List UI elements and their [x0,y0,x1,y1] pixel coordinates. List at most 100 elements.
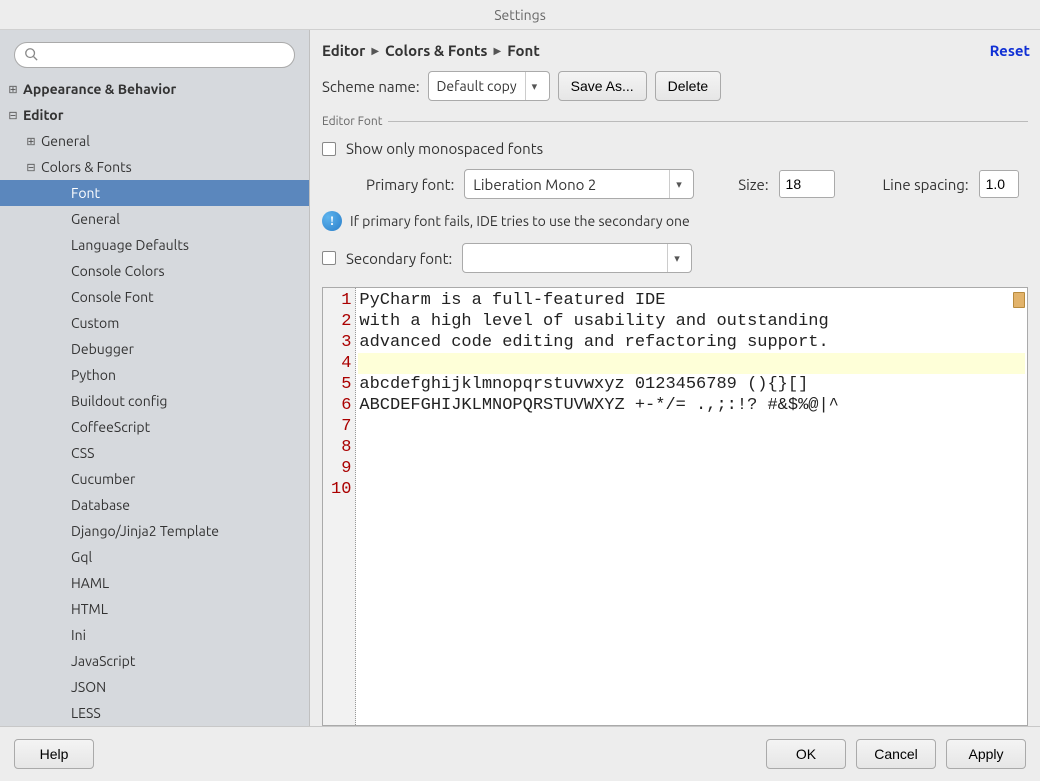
tree-item-label: General [71,211,120,227]
tree-item[interactable]: JSON [0,674,309,700]
tree-toggle-spacer [54,628,68,642]
tree-item[interactable]: ⊟Editor [0,102,309,128]
tree-toggle-spacer [54,602,68,616]
chevron-down-icon: ▾ [525,72,543,100]
chevron-right-icon: ▶ [494,45,502,57]
tree-item-label: JavaScript [71,653,135,669]
breadcrumb-part: Editor [322,42,365,59]
primary-font-value: Liberation Mono 2 [473,176,661,193]
tree-item[interactable]: Console Font [0,284,309,310]
tree-item[interactable]: Console Colors [0,258,309,284]
save-as-button[interactable]: Save As... [558,71,647,101]
tree-toggle-spacer [54,498,68,512]
tree-item-label: Debugger [71,341,134,357]
tree-item[interactable]: CoffeeScript [0,414,309,440]
line-spacing-input[interactable] [979,170,1019,198]
tree-item-label: Font [71,185,100,201]
tree-item[interactable]: HTML [0,596,309,622]
apply-button[interactable]: Apply [946,739,1026,769]
collapse-icon[interactable]: ⊟ [24,160,38,174]
secondary-font-row: Secondary font: ▾ [322,237,1028,279]
tree-item[interactable]: Python [0,362,309,388]
section-label: Editor Font [322,115,382,128]
tree-toggle-spacer [54,368,68,382]
tree-toggle-spacer [54,706,68,720]
divider [388,121,1028,122]
tree-toggle-spacer [54,316,68,330]
tree-item[interactable]: Font [0,180,309,206]
secondary-font-checkbox[interactable] [322,251,336,265]
info-row: ! If primary font fails, IDE tries to us… [322,205,1028,237]
show-mono-checkbox[interactable] [322,142,336,156]
tree-item[interactable]: Buildout config [0,388,309,414]
tree-toggle-spacer [54,446,68,460]
tree-item-label: General [41,133,90,149]
tree-item[interactable]: Django/Jinja2 Template [0,518,309,544]
secondary-font-combo[interactable]: ▾ [462,243,692,273]
preview-line [358,458,1025,479]
tree-item[interactable]: Custom [0,310,309,336]
sidebar: ⊞Appearance & Behavior⊟Editor⊞General⊟Co… [0,30,310,726]
search-input[interactable] [14,42,295,68]
tree-item-label: Appearance & Behavior [23,81,176,97]
scheme-label: Scheme name: [322,78,420,95]
tree-item[interactable]: Database [0,492,309,518]
tree-item-label: HTML [71,601,108,617]
line-spacing-label: Line spacing: [883,176,969,193]
tree-item[interactable]: JavaScript [0,648,309,674]
expand-icon[interactable]: ⊞ [24,134,38,148]
tree-toggle-spacer [54,186,68,200]
breadcrumb: Editor ▶ Colors & Fonts ▶ Font [322,42,540,59]
tree-item[interactable]: LESS [0,700,309,726]
tree-item-label: Colors & Fonts [41,159,132,175]
settings-tree[interactable]: ⊞Appearance & Behavior⊟Editor⊞General⊟Co… [0,76,309,726]
expand-icon[interactable]: ⊞ [6,82,20,96]
dialog-footer: Help OK Cancel Apply [0,726,1040,781]
scheme-row: Scheme name: Default copy ▾ Save As... D… [310,67,1040,115]
help-button[interactable]: Help [14,739,94,769]
primary-font-label: Primary font: [366,176,454,193]
tree-item[interactable]: ⊞General [0,128,309,154]
window-title: Settings [494,7,546,23]
scheme-combo[interactable]: Default copy ▾ [428,71,550,101]
tree-item[interactable]: Gql [0,544,309,570]
tree-toggle-spacer [54,212,68,226]
tree-toggle-spacer [54,472,68,486]
preview-line: ABCDEFGHIJKLMNOPQRSTUVWXYZ +-*/= .,;:!? … [358,395,1025,416]
tree-item[interactable]: HAML [0,570,309,596]
editor-font-section: Editor Font [310,115,1040,128]
tree-item[interactable]: CSS [0,440,309,466]
preview-line: advanced code editing and refactoring su… [358,332,1025,353]
ok-button[interactable]: OK [766,739,846,769]
tree-item[interactable]: Debugger [0,336,309,362]
tree-toggle-spacer [54,524,68,538]
delete-button[interactable]: Delete [655,71,721,101]
scroll-marker[interactable] [1013,292,1025,308]
tree-item[interactable]: Language Defaults [0,232,309,258]
tree-item[interactable]: Cucumber [0,466,309,492]
collapse-icon[interactable]: ⊟ [6,108,20,122]
tree-item[interactable]: ⊞Appearance & Behavior [0,76,309,102]
tree-item[interactable]: General [0,206,309,232]
chevron-right-icon: ▶ [371,45,379,57]
scheme-value: Default copy [437,78,517,94]
tree-toggle-spacer [54,342,68,356]
tree-item-label: Ini [71,627,86,643]
tree-item-label: Language Defaults [71,237,189,253]
search-icon [24,47,38,61]
preview-line: with a high level of usability and outst… [358,311,1025,332]
cancel-button[interactable]: Cancel [856,739,936,769]
content-area: ⊞Appearance & Behavior⊟Editor⊞General⊟Co… [0,30,1040,726]
tree-item-label: Console Colors [71,263,165,279]
preview-line: abcdefghijklmnopqrstuvwxyz 0123456789 ()… [358,374,1025,395]
reset-link[interactable]: Reset [990,42,1030,59]
preview-code[interactable]: PyCharm is a full-featured IDEwith a hig… [356,288,1027,725]
tree-item-label: Database [71,497,130,513]
primary-font-combo[interactable]: Liberation Mono 2 ▾ [464,169,694,199]
tree-item[interactable]: Ini [0,622,309,648]
tree-toggle-spacer [54,576,68,590]
size-input[interactable] [779,170,835,198]
font-preview: 12345678910 PyCharm is a full-featured I… [322,287,1028,726]
tree-item[interactable]: ⊟Colors & Fonts [0,154,309,180]
main-header: Editor ▶ Colors & Fonts ▶ Font Reset [310,30,1040,67]
